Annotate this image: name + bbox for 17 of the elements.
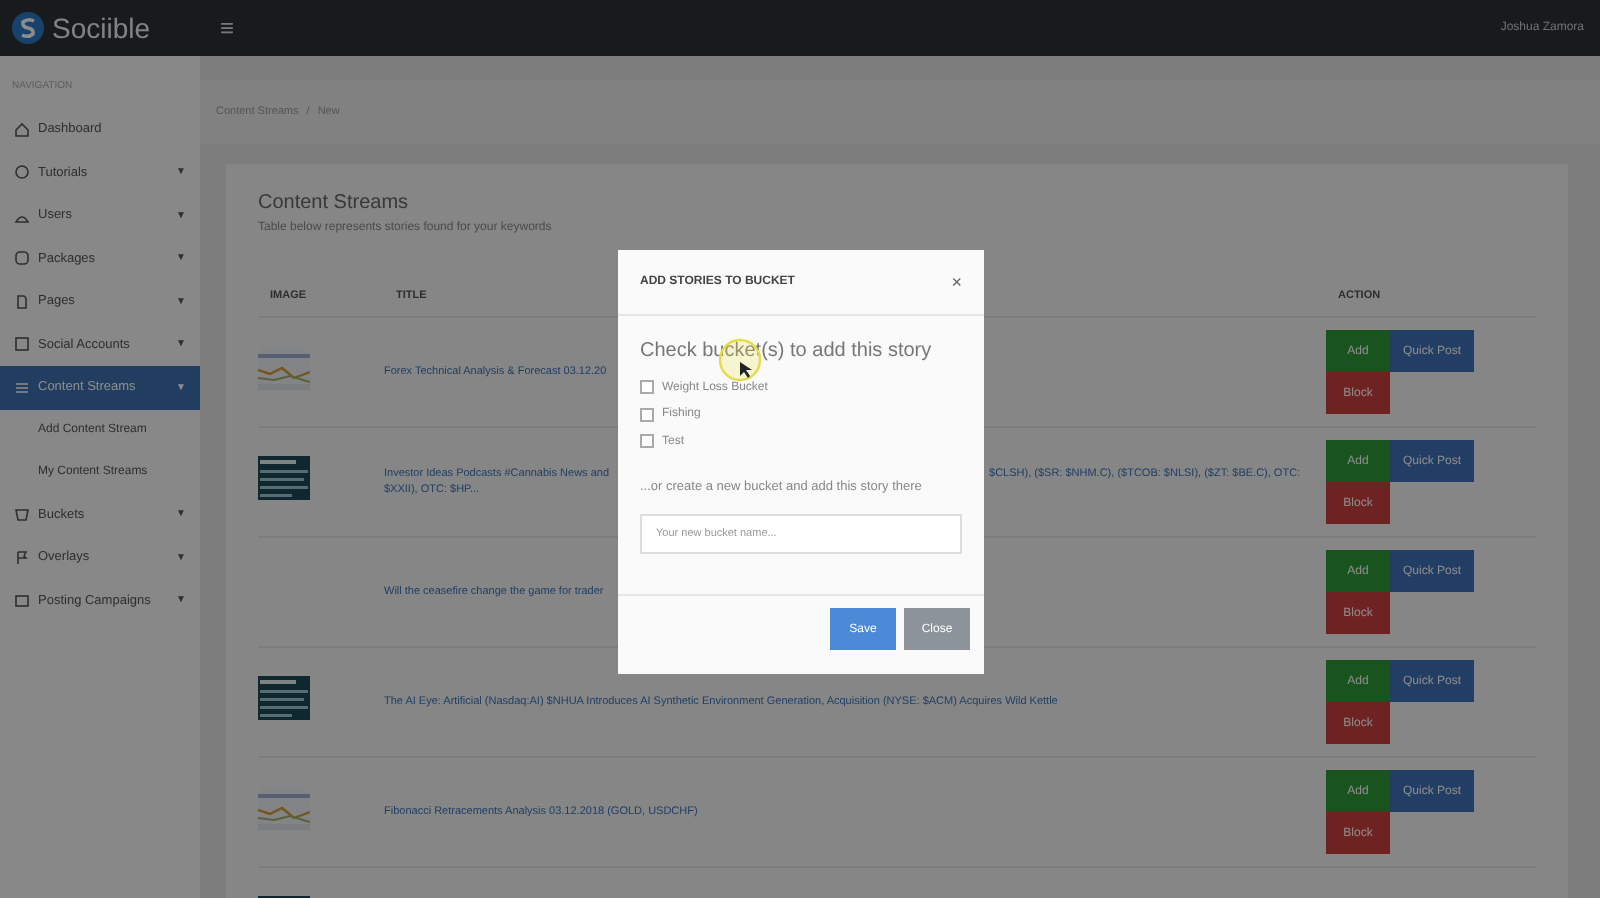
flag-icon — [14, 549, 30, 566]
logo-icon — [12, 12, 44, 44]
bucket-icon — [14, 506, 30, 523]
close-button[interactable]: × — [951, 272, 962, 292]
menu-button[interactable]: ≡ — [220, 14, 235, 42]
page-icon — [14, 293, 30, 310]
home-icon — [14, 121, 30, 138]
grid-icon — [14, 336, 30, 353]
clock-icon — [14, 164, 30, 181]
checkbox[interactable] — [640, 407, 654, 422]
brand-name: Sociible — [52, 12, 151, 44]
checkbox[interactable] — [640, 434, 654, 449]
box-icon — [14, 250, 30, 267]
checkbox[interactable] — [640, 380, 654, 395]
page-title: Content Streams — [258, 192, 411, 214]
calendar-icon — [14, 592, 30, 609]
list-icon — [14, 379, 30, 396]
